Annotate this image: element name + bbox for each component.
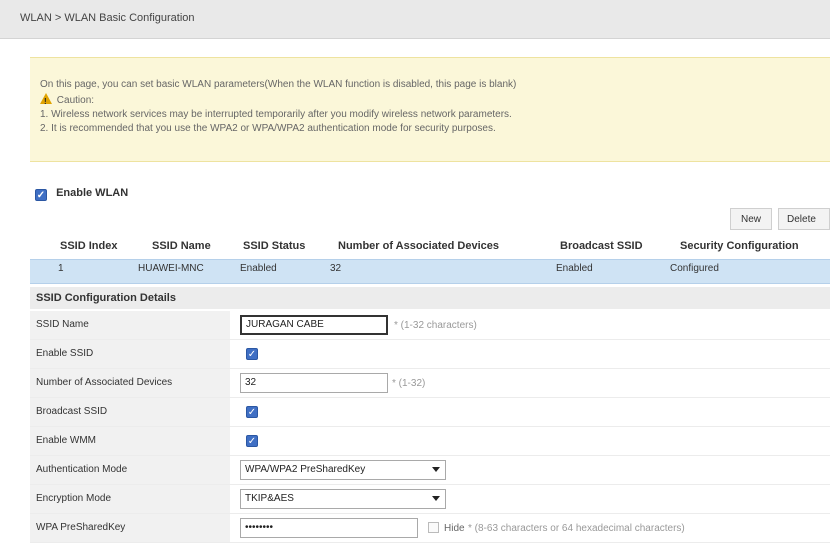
- cell-security-config: Configured: [670, 263, 719, 274]
- auth-mode-row: Authentication Mode WPA/WPA2 PreSharedKe…: [30, 456, 830, 485]
- col-ssid-index: SSID Index: [60, 240, 118, 252]
- num-devices-input[interactable]: 32: [240, 373, 388, 393]
- col-associated-devices: Number of Associated Devices: [338, 240, 499, 252]
- col-ssid-status: SSID Status: [243, 240, 306, 252]
- encryption-mode-value: TKIP&AES: [245, 493, 294, 504]
- psk-row: WPA PreSharedKey •••••••• Hide * (8-63 c…: [30, 514, 830, 543]
- notice-line-2: 1. Wireless network services may be inte…: [40, 109, 512, 120]
- cell-ssid-status: Enabled: [240, 263, 277, 274]
- encryption-mode-row: Encryption Mode TKIP&AES: [30, 485, 830, 514]
- enable-ssid-label: Enable SSID: [30, 340, 230, 368]
- encryption-mode-select[interactable]: TKIP&AES: [240, 489, 446, 509]
- caution-label: Caution:: [56, 95, 95, 106]
- hide-checkbox[interactable]: [428, 522, 439, 533]
- enable-wlan-checkbox[interactable]: ✓: [35, 189, 47, 201]
- enable-wmm-checkbox[interactable]: ✓: [246, 435, 258, 447]
- ssid-name-label: SSID Name: [30, 311, 230, 339]
- psk-hint: * (8-63 characters or 64 hexadecimal cha…: [468, 523, 685, 534]
- num-devices-row: Number of Associated Devices 32 * (1-32): [30, 369, 830, 398]
- cell-broadcast-ssid: Enabled: [556, 263, 593, 274]
- psk-label: WPA PreSharedKey: [30, 514, 230, 542]
- col-security-config: Security Configuration: [680, 240, 799, 252]
- breadcrumb: WLAN > WLAN Basic Configuration: [0, 0, 830, 39]
- auth-mode-value: WPA/WPA2 PreSharedKey: [245, 464, 366, 475]
- notice-caution: ! Caution:: [40, 93, 94, 107]
- cell-ssid-name: HUAWEI-MNC: [138, 263, 204, 274]
- encryption-mode-label: Encryption Mode: [30, 485, 230, 513]
- num-devices-label: Number of Associated Devices: [30, 369, 230, 397]
- auth-mode-label: Authentication Mode: [30, 456, 230, 484]
- breadcrumb-text: WLAN > WLAN Basic Configuration: [20, 12, 195, 24]
- num-devices-hint: * (1-32): [392, 378, 426, 389]
- col-ssid-name: SSID Name: [152, 240, 211, 252]
- enable-wmm-row: Enable WMM ✓: [30, 427, 830, 456]
- hide-label: Hide: [444, 523, 465, 534]
- notice-line-3: 2. It is recommended that you use the WP…: [40, 123, 496, 134]
- enable-ssid-row: Enable SSID ✓: [30, 340, 830, 369]
- broadcast-ssid-row: Broadcast SSID ✓: [30, 398, 830, 427]
- auth-mode-select[interactable]: WPA/WPA2 PreSharedKey: [240, 460, 446, 480]
- chevron-down-icon: [432, 467, 440, 472]
- enable-wmm-label: Enable WMM: [30, 427, 230, 455]
- cell-ssid-index: 1: [58, 263, 64, 274]
- notice-line-1: On this page, you can set basic WLAN par…: [40, 79, 517, 90]
- enable-ssid-checkbox[interactable]: ✓: [246, 348, 258, 360]
- col-broadcast-ssid: Broadcast SSID: [560, 240, 643, 252]
- enable-wlan-row: ✓ Enable WLAN: [35, 187, 128, 201]
- ssid-name-hint: * (1-32 characters): [394, 320, 477, 331]
- broadcast-ssid-checkbox[interactable]: ✓: [246, 406, 258, 418]
- ssid-name-input[interactable]: JURAGAN CABE: [240, 315, 388, 335]
- info-notice: On this page, you can set basic WLAN par…: [30, 57, 830, 162]
- psk-input[interactable]: ••••••••: [240, 518, 418, 538]
- enable-wlan-label: Enable WLAN: [56, 187, 129, 199]
- cell-associated-devices: 32: [330, 263, 342, 274]
- warning-icon: !: [40, 93, 52, 106]
- chevron-down-icon: [432, 496, 440, 501]
- section-title: SSID Configuration Details: [30, 287, 830, 309]
- ssid-name-row: SSID Name JURAGAN CABE * (1-32 character…: [30, 311, 830, 340]
- broadcast-ssid-label: Broadcast SSID: [30, 398, 230, 426]
- new-button[interactable]: New: [730, 208, 772, 230]
- delete-button[interactable]: Delete: [778, 208, 830, 230]
